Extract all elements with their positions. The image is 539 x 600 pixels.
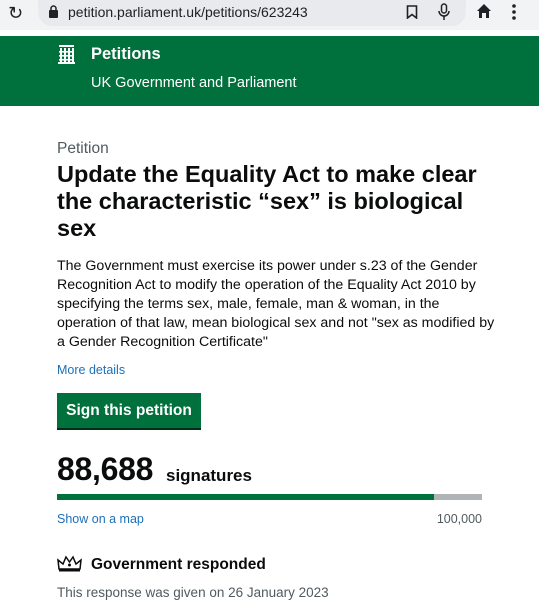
signature-progress-fill xyxy=(57,494,434,500)
menu-icon[interactable] xyxy=(512,4,516,20)
lock-icon xyxy=(49,5,58,18)
petition-body: The Government must exercise its power u… xyxy=(57,258,495,350)
response-date: This response was given on 26 January 20… xyxy=(57,585,329,600)
site-header: Petitions UK Government and Parliament xyxy=(0,36,539,106)
signature-target: 100,000 xyxy=(436,512,482,526)
site-title[interactable]: Petitions xyxy=(91,45,161,64)
browser-toolbar: ↻ petition.parliament.uk/petitions/62324… xyxy=(0,0,539,30)
signature-count: 88,688 xyxy=(57,451,154,487)
signature-label: signatures xyxy=(166,466,252,485)
show-on-map-link[interactable]: Show on a map xyxy=(57,512,144,526)
mic-icon[interactable] xyxy=(438,3,450,21)
more-details-link[interactable]: More details xyxy=(57,363,125,377)
bookmark-icon[interactable] xyxy=(406,5,418,19)
site-subtitle: UK Government and Parliament xyxy=(91,75,297,91)
address-bar[interactable]: petition.parliament.uk/petitions/623243 xyxy=(38,0,466,26)
home-icon[interactable] xyxy=(476,3,492,19)
sign-petition-button[interactable]: Sign this petition xyxy=(57,393,201,428)
crown-icon xyxy=(57,555,82,572)
url-text[interactable]: petition.parliament.uk/petitions/623243 xyxy=(68,4,308,20)
page-caption: Petition xyxy=(57,140,109,157)
petition-title: Update the Equality Act to make clear th… xyxy=(57,161,477,241)
reload-icon[interactable]: ↻ xyxy=(8,3,23,23)
signature-progress-bar xyxy=(57,494,482,500)
portcullis-icon[interactable] xyxy=(57,44,76,65)
government-responded-heading: Government responded xyxy=(91,556,266,573)
